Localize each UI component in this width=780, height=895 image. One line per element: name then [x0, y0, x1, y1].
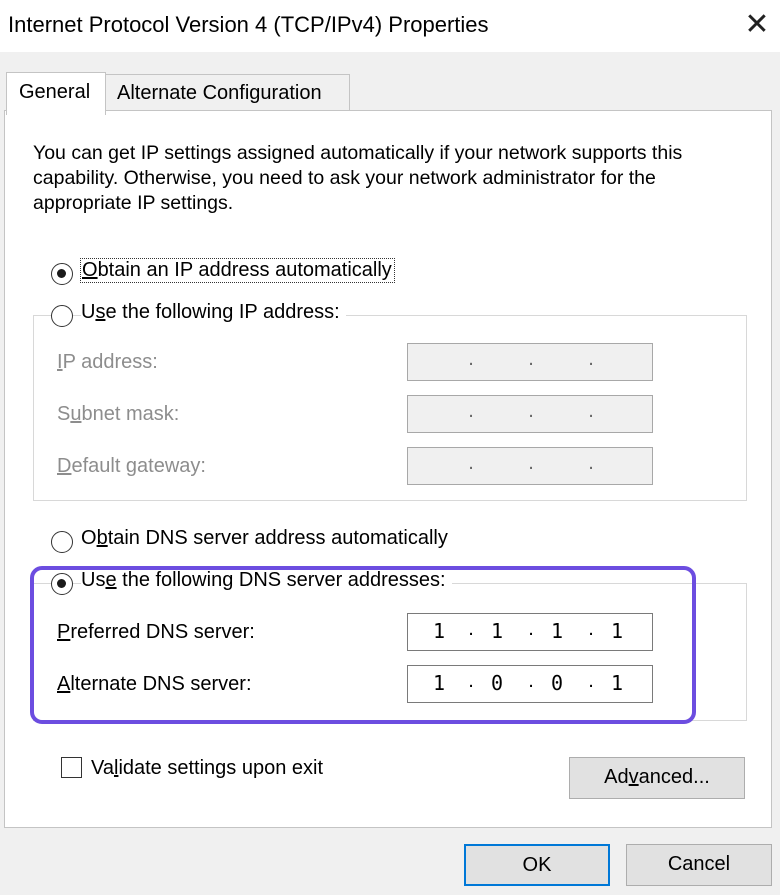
use-following-ip-label[interactable]: Use the following IP address: [81, 301, 346, 324]
octet-dot: . [528, 452, 534, 474]
alternate-dns-octet-1: 1 [432, 671, 446, 695]
general-panel: You can get IP settings assigned automat… [4, 110, 772, 828]
use-following-dns-label[interactable]: Use the following DNS server addresses: [81, 569, 452, 592]
alternate-dns-label: Alternate DNS server: [57, 673, 252, 695]
octet-dot: . [588, 400, 594, 422]
octet-dot: . [528, 400, 534, 422]
octet-dot: . [528, 618, 534, 640]
alternate-dns-octet-3: 0 [550, 671, 564, 695]
preferred-dns-octet-3: 1 [550, 619, 564, 643]
use-following-dns-radio[interactable] [51, 573, 73, 595]
preferred-dns-input[interactable]: 1 . 1 . 1 . 1 [407, 613, 653, 651]
title-bar: Internet Protocol Version 4 (TCP/IPv4) P… [0, 0, 780, 52]
octet-dot: . [468, 400, 474, 422]
octet-dot: . [588, 670, 594, 692]
default-gateway-input[interactable]: . . . [407, 447, 653, 485]
tab-alternate-configuration[interactable]: Alternate Configuration [104, 74, 350, 111]
subnet-mask-label: Subnet mask: [57, 403, 180, 425]
obtain-dns-auto-label[interactable]: Obtain DNS server address automatically [81, 527, 454, 550]
octet-dot: . [588, 452, 594, 474]
octet-dot: . [528, 670, 534, 692]
subnet-mask-input[interactable]: . . . [407, 395, 653, 433]
alternate-dns-input[interactable]: 1 . 0 . 0 . 1 [407, 665, 653, 703]
octet-dot: . [468, 348, 474, 370]
obtain-dns-auto-radio[interactable] [51, 531, 73, 553]
octet-dot: . [468, 618, 474, 640]
default-gateway-label: Default gateway: [57, 455, 206, 477]
obtain-ip-auto-label[interactable]: Obtain an IP address automatically [80, 258, 395, 283]
octet-dot: . [588, 348, 594, 370]
alternate-dns-octet-2: 0 [490, 671, 504, 695]
window-title: Internet Protocol Version 4 (TCP/IPv4) P… [8, 12, 489, 37]
ok-button[interactable]: OK [464, 844, 610, 886]
preferred-dns-label: Preferred DNS server: [57, 621, 255, 643]
alternate-dns-octet-4: 1 [610, 671, 624, 695]
info-text: You can get IP settings assigned automat… [33, 142, 683, 214]
close-icon[interactable]: ✕ [740, 6, 774, 44]
octet-dot: . [588, 618, 594, 640]
tab-general-label: General [19, 81, 91, 103]
advanced-button[interactable]: Advanced... [569, 757, 745, 799]
validate-settings-checkbox[interactable] [61, 757, 82, 778]
use-following-ip-radio[interactable] [51, 305, 73, 327]
preferred-dns-octet-2: 1 [490, 619, 504, 643]
tab-general[interactable]: General [6, 72, 106, 115]
preferred-dns-octet-1: 1 [432, 619, 446, 643]
obtain-ip-auto-radio[interactable] [51, 263, 73, 285]
octet-dot: . [468, 452, 474, 474]
octet-dot: . [468, 670, 474, 692]
preferred-dns-octet-4: 1 [610, 619, 624, 643]
validate-settings-label[interactable]: Validate settings upon exit [91, 757, 323, 780]
tab-alternate-label: Alternate Configuration [117, 82, 322, 104]
ip-address-label: IP address: [57, 351, 158, 373]
cancel-button[interactable]: Cancel [626, 844, 772, 886]
ip-address-input[interactable]: . . . [407, 343, 653, 381]
octet-dot: . [528, 348, 534, 370]
